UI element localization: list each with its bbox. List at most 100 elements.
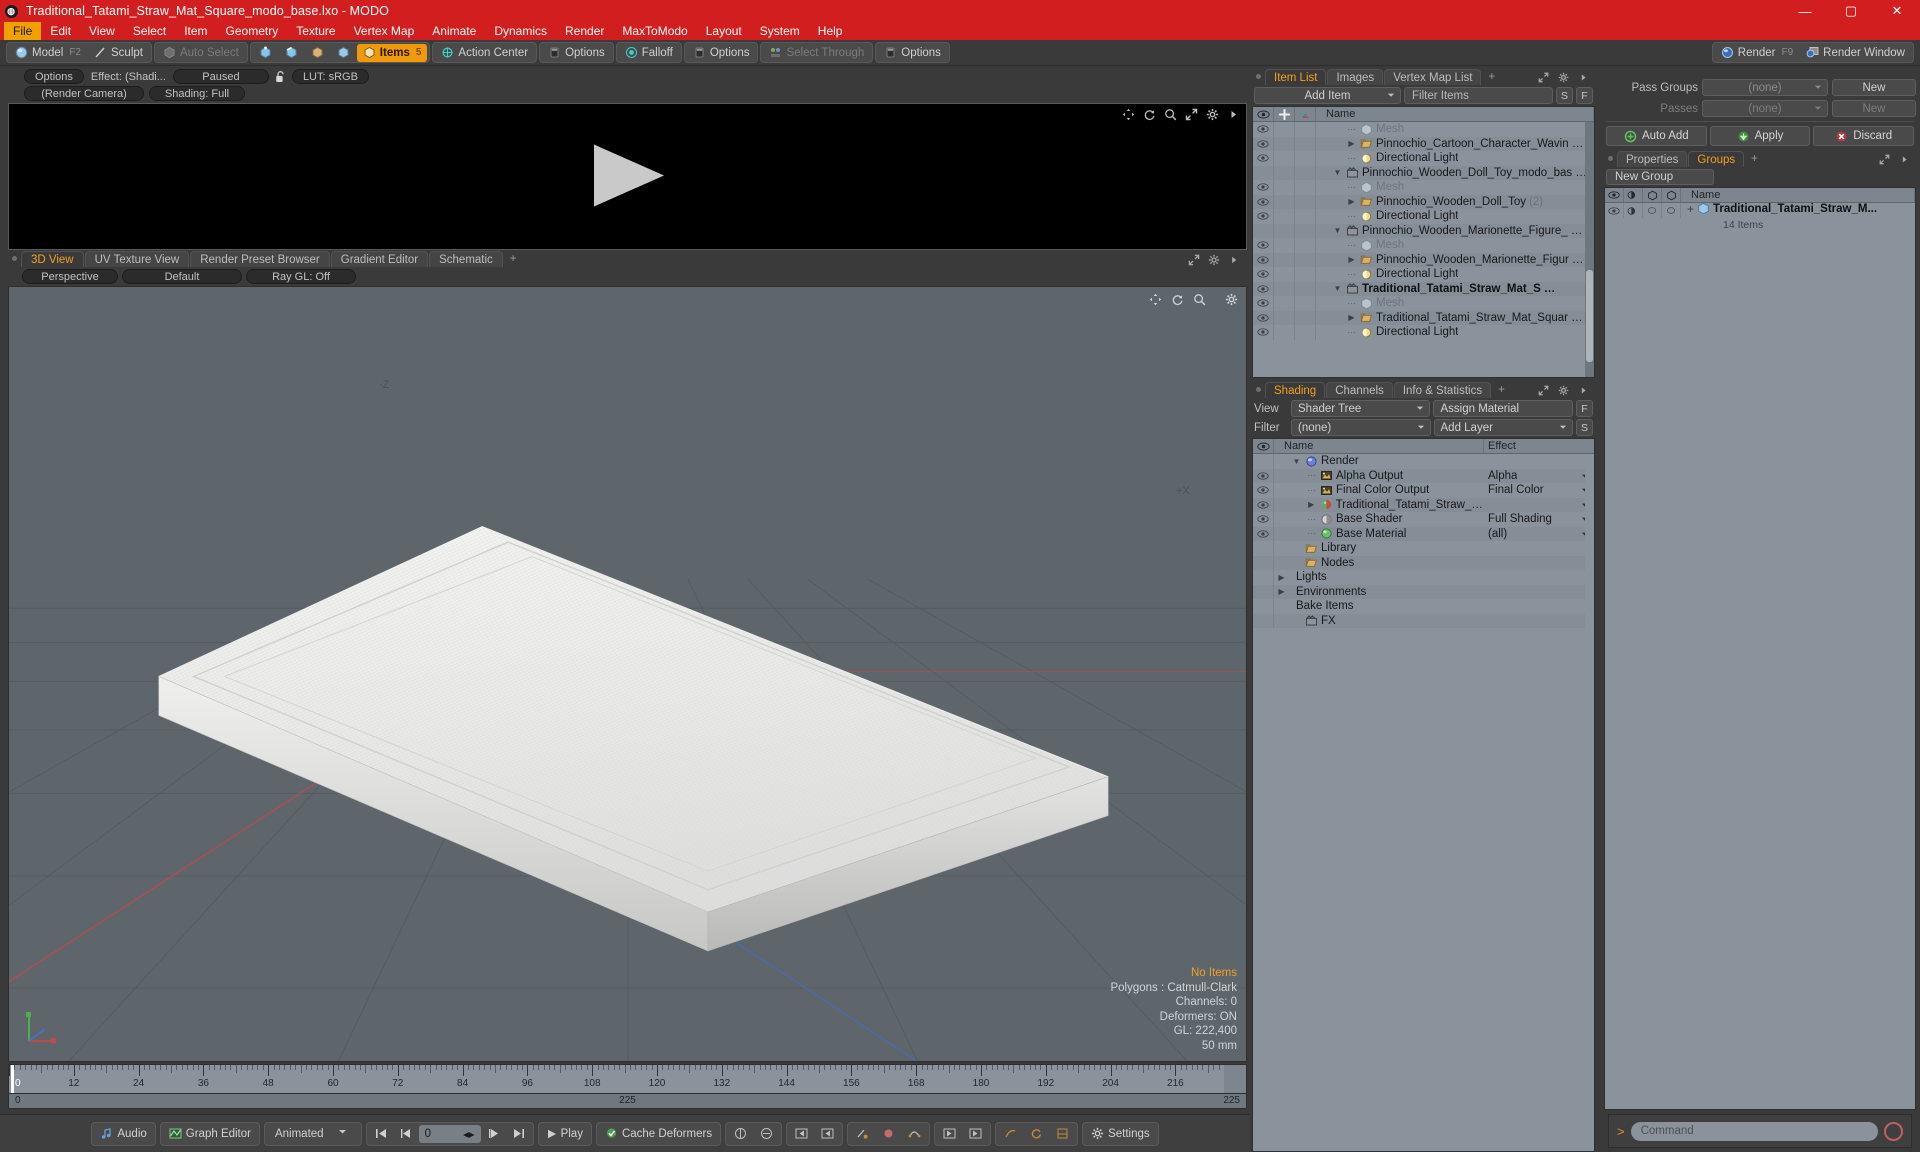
table-row[interactable]: FX bbox=[1253, 613, 1594, 628]
viewport-add-tab-button[interactable]: + bbox=[504, 251, 523, 267]
edges-mode-button[interactable] bbox=[279, 44, 304, 62]
row-lock-toggle[interactable] bbox=[1274, 165, 1295, 180]
table-row[interactable]: ⋯ Directional Light bbox=[1253, 209, 1594, 224]
row-effect-cell[interactable] bbox=[1484, 498, 1594, 513]
action-center-options-button[interactable]: Options bbox=[542, 44, 611, 62]
table-row[interactable]: ⋯ Directional Light bbox=[1253, 267, 1594, 282]
tab-vertex-map-list[interactable]: Vertex Map List bbox=[1384, 69, 1482, 85]
row-axis-toggle[interactable] bbox=[1295, 165, 1316, 180]
row-lock-toggle[interactable] bbox=[1274, 194, 1295, 209]
row-name-cell[interactable]: ▼ Render bbox=[1274, 454, 1484, 469]
table-row[interactable]: ▶ Traditional_Tatami_Straw_ … bbox=[1253, 497, 1594, 513]
expand-twisty-icon[interactable]: ▶ bbox=[1346, 139, 1357, 148]
select-through-options-button[interactable]: Options bbox=[878, 44, 947, 62]
row-axis-toggle[interactable] bbox=[1295, 180, 1316, 195]
menu-item-vertex-map[interactable]: Vertex Map bbox=[345, 22, 424, 40]
row-visibility-toggle[interactable] bbox=[1253, 526, 1274, 541]
row-visibility-toggle[interactable] bbox=[1253, 281, 1274, 296]
row-name-cell[interactable]: ▶ Environments bbox=[1274, 585, 1484, 600]
table-row[interactable]: ⋯ Base Shader Full Shading bbox=[1253, 512, 1594, 527]
row-visibility-toggle[interactable] bbox=[1253, 165, 1274, 180]
row-effect-cell[interactable]: Alpha bbox=[1484, 469, 1594, 484]
row-lock-toggle[interactable] bbox=[1274, 252, 1295, 267]
table-row[interactable]: ▶ Pinnochio_Wooden_Marionette_Figur … bbox=[1253, 252, 1594, 267]
row-visibility-toggle[interactable] bbox=[1253, 541, 1274, 556]
viewport-tool-ray-gl-off[interactable]: Ray GL: Off bbox=[246, 269, 356, 284]
menu-item-dynamics[interactable]: Dynamics bbox=[485, 22, 556, 40]
row-visibility-toggle[interactable] bbox=[1253, 454, 1274, 469]
row-lock-toggle[interactable] bbox=[1274, 122, 1295, 137]
row-name-cell[interactable]: ⋯ Mesh bbox=[1316, 180, 1594, 195]
row-visibility-toggle[interactable] bbox=[1253, 223, 1274, 238]
render-preview-canvas[interactable] bbox=[8, 103, 1247, 250]
table-row[interactable]: ⋯ Alpha Output Alpha bbox=[1253, 468, 1594, 484]
polygons-mode-button[interactable] bbox=[305, 44, 330, 62]
tab-groups[interactable]: Groups bbox=[1688, 151, 1745, 167]
tab-properties[interactable]: Properties bbox=[1617, 151, 1688, 167]
sculpt-mode-button[interactable]: Sculpt bbox=[88, 44, 149, 62]
table-row[interactable]: ⋯ Base Material (all) bbox=[1253, 526, 1594, 542]
table-row[interactable]: Library bbox=[1253, 541, 1594, 556]
row-name-cell[interactable]: ⋯ Mesh bbox=[1316, 238, 1594, 253]
row-effect-cell[interactable] bbox=[1484, 541, 1594, 556]
menu-item-render[interactable]: Render bbox=[556, 22, 613, 40]
panel-arrow-icon[interactable] bbox=[1578, 385, 1591, 398]
row-visibility-toggle[interactable] bbox=[1605, 203, 1624, 218]
menu-item-system[interactable]: System bbox=[751, 22, 809, 40]
row-effect-cell[interactable]: (all) bbox=[1484, 527, 1594, 542]
falloff-options-button[interactable]: Options bbox=[687, 44, 756, 62]
item-list-s-button[interactable]: S bbox=[1556, 87, 1573, 104]
maximize-panel-icon[interactable] bbox=[1538, 385, 1551, 398]
pass-groups-dropdown[interactable]: (none) bbox=[1702, 79, 1828, 96]
passes-dropdown[interactable]: (none) bbox=[1702, 100, 1828, 117]
row-effect-cell[interactable]: Full Shading bbox=[1484, 512, 1594, 527]
row-visibility-toggle[interactable] bbox=[1253, 584, 1274, 599]
menu-item-select[interactable]: Select bbox=[124, 22, 175, 40]
row-lock-toggle[interactable] bbox=[1274, 325, 1295, 340]
unlock-icon[interactable] bbox=[274, 70, 287, 83]
row-effect-cell[interactable]: Final Color bbox=[1484, 483, 1594, 498]
row-visibility-toggle[interactable] bbox=[1253, 238, 1274, 253]
collapse-twisty-icon[interactable]: ▼ bbox=[1332, 284, 1343, 293]
shading-filter-dropdown[interactable]: (none) bbox=[1291, 419, 1431, 436]
row-name-cell[interactable]: Nodes bbox=[1274, 556, 1484, 571]
row-name-cell[interactable]: ▼ Traditional_Tatami_Straw_Mat_S … bbox=[1316, 282, 1594, 297]
row-name-cell[interactable]: ▼ Pinnochio_Wooden_Doll_Toy_modo_bas … bbox=[1316, 166, 1594, 181]
row-visibility-toggle[interactable] bbox=[1253, 267, 1274, 282]
row-visibility-toggle[interactable] bbox=[1253, 613, 1274, 628]
auto-select-button[interactable]: Auto Select bbox=[157, 44, 245, 62]
table-row[interactable]: + Traditional_Tatami_Straw_M... 14 Items bbox=[1605, 203, 1915, 229]
viewport-panel-handle[interactable] bbox=[8, 250, 20, 267]
audio-button[interactable]: Audio bbox=[94, 1124, 152, 1144]
preview-lut-button[interactable]: LUT: sRGB bbox=[291, 69, 369, 84]
row-axis-toggle[interactable] bbox=[1295, 122, 1316, 137]
menu-item-view[interactable]: View bbox=[80, 22, 124, 40]
row-name-cell[interactable]: ▼ Pinnochio_Wooden_Marionette_Figure_ … bbox=[1316, 224, 1594, 239]
table-row[interactable]: ⋯ Mesh bbox=[1253, 122, 1594, 137]
row-lock-toggle[interactable] bbox=[1274, 223, 1295, 238]
table-row[interactable]: ▼ Pinnochio_Wooden_Doll_Toy_modo_bas … bbox=[1253, 165, 1594, 181]
maximize-button[interactable]: ▢ bbox=[1828, 0, 1874, 22]
maximize-viewport-icon[interactable] bbox=[1188, 254, 1201, 267]
row-name-cell[interactable]: ⋯ Mesh bbox=[1316, 296, 1594, 311]
expand-twisty-icon[interactable]: ▶ bbox=[1276, 573, 1287, 582]
row-visibility-toggle[interactable] bbox=[1253, 209, 1274, 224]
row-name-cell[interactable]: ⋯ Directional Light bbox=[1316, 151, 1594, 166]
table-row[interactable]: ▶ Pinnochio_Cartoon_Character_Wavin … bbox=[1253, 136, 1594, 151]
key-set-prev-button[interactable] bbox=[937, 1124, 962, 1144]
viewport-tool-perspective[interactable]: Perspective bbox=[22, 269, 118, 284]
add-layer-dropdown[interactable]: Add Layer bbox=[1433, 419, 1573, 436]
row-lock-toggle[interactable] bbox=[1274, 238, 1295, 253]
row-visibility-toggle[interactable] bbox=[1253, 310, 1274, 325]
table-row[interactable]: ▼ Pinnochio_Wooden_Marionette_Figure_ … bbox=[1253, 223, 1594, 239]
row-axis-toggle[interactable] bbox=[1295, 281, 1316, 296]
expand-twisty-icon[interactable]: ▶ bbox=[1346, 197, 1357, 206]
table-row[interactable]: ▼ Render bbox=[1253, 454, 1594, 469]
cache-deformers-button[interactable]: Cache Deformers bbox=[599, 1124, 718, 1144]
previous-key-button[interactable] bbox=[394, 1124, 418, 1144]
row-wire-toggle[interactable] bbox=[1643, 203, 1662, 218]
new-group-button[interactable]: New Group bbox=[1606, 169, 1714, 185]
menu-item-item[interactable]: Item bbox=[175, 22, 216, 40]
item-list-scrollbar[interactable] bbox=[1585, 122, 1594, 377]
add-item-dropdown[interactable]: Add Item bbox=[1254, 87, 1401, 104]
